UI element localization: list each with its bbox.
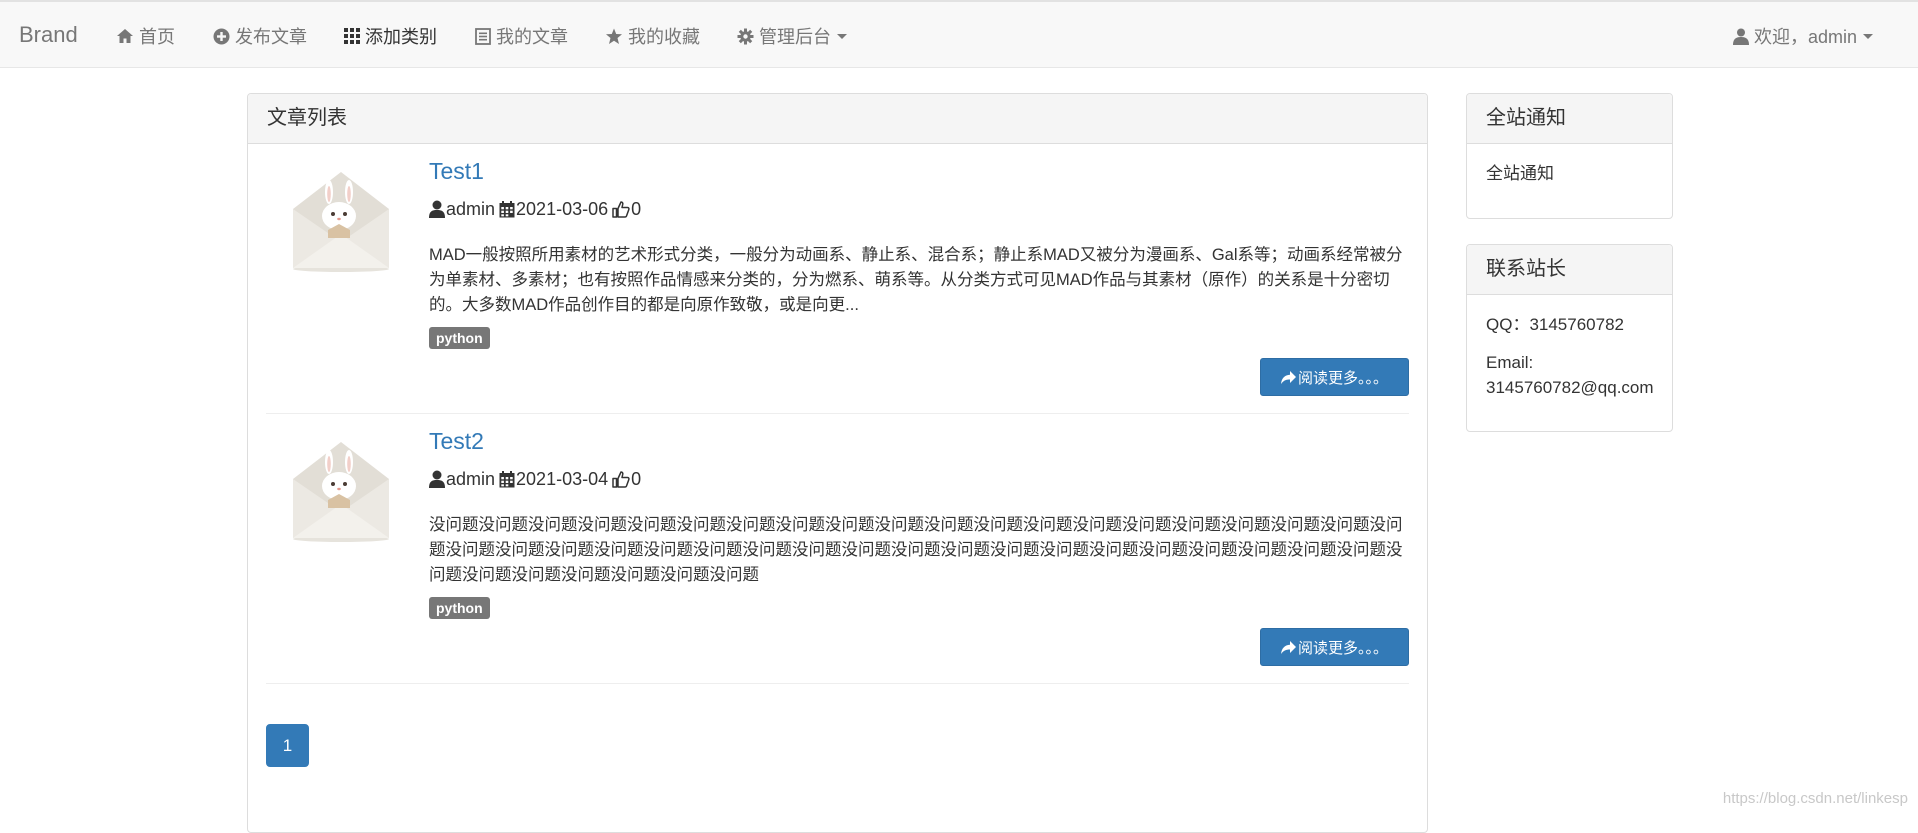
category-tag[interactable]: python	[429, 327, 490, 349]
calendar-icon	[499, 200, 515, 217]
article-like-count: 0	[631, 198, 642, 219]
nav-item-label: 首页	[139, 27, 175, 47]
read-more-label: 阅读更多。。。	[1297, 369, 1388, 387]
thumbs-up-icon	[612, 470, 630, 488]
nav-item-admin-dropdown[interactable]: 管理后台	[737, 24, 847, 48]
pagination-page-1[interactable]: 1	[266, 724, 309, 767]
nav-item-label: 添加类别	[365, 27, 437, 47]
navbar: Brand 首页 发布文章 添加类别 我的文章 我的收藏 管理后台 欢迎，adm…	[0, 0, 1918, 68]
article-title-link[interactable]: Test1	[429, 158, 484, 185]
share-arrow-icon	[1280, 640, 1296, 654]
home-icon	[117, 29, 133, 43]
read-more-button[interactable]: 阅读更多。。。	[1260, 358, 1409, 396]
contact-email-label: Email:	[1486, 353, 1534, 372]
site-notice-title: 全站通知	[1467, 94, 1672, 144]
user-icon	[1733, 28, 1749, 45]
user-menu-dropdown[interactable]: 欢迎，admin	[1733, 24, 1874, 48]
share-arrow-icon	[1280, 370, 1296, 384]
contact-qq: QQ：3145760782	[1486, 315, 1624, 334]
plus-circle-icon	[213, 28, 230, 44]
nav-item-publish-article[interactable]: 发布文章	[213, 24, 307, 48]
article-thumbnail[interactable]	[291, 434, 391, 546]
article-date: 2021-03-04	[516, 468, 609, 489]
user-icon	[429, 200, 445, 218]
article-summary: MAD一般按照所用素材的艺术形式分类，一般分为动画系、静止系、混合系；静止系MA…	[429, 246, 1403, 314]
panel-title: 文章列表	[248, 94, 1427, 144]
nav-item-label: 我的文章	[496, 27, 568, 47]
user-icon	[429, 470, 445, 488]
article-item: Test2 admin 2021-03-04 0 没问题没问题没问题没问题没问题…	[266, 414, 1409, 684]
article-item: Test1 admin 2021-03-06 0 MAD一般按照所用素材的艺术形…	[266, 144, 1409, 414]
caret-down-icon	[1863, 33, 1874, 39]
nav-item-label: 我的收藏	[628, 27, 700, 47]
article-thumbnail[interactable]	[291, 164, 391, 276]
read-more-label: 阅读更多。。。	[1297, 639, 1388, 657]
calendar-icon	[499, 470, 515, 487]
site-notice-text: 全站通知	[1486, 164, 1554, 183]
nav-item-my-favorites[interactable]: 我的收藏	[605, 24, 700, 48]
cog-icon	[737, 28, 754, 44]
thumbs-up-icon	[612, 200, 630, 218]
read-more-button[interactable]: 阅读更多。。。	[1260, 628, 1409, 666]
nav-item-my-articles[interactable]: 我的文章	[475, 24, 568, 48]
nav-item-home[interactable]: 首页	[116, 24, 175, 48]
article-like-count: 0	[631, 468, 642, 489]
article-summary: 没问题没问题没问题没问题没问题没问题没问题没问题没问题没问题没问题没问题没问题没…	[429, 516, 1403, 584]
nav-item-label: 管理后台	[759, 27, 831, 47]
contact-admin-panel: 联系站长 QQ：3145760782 Email: 3145760782@qq.…	[1466, 244, 1673, 432]
caret-down-icon	[837, 33, 847, 39]
article-date: 2021-03-06	[516, 198, 609, 219]
nav-item-label: 发布文章	[235, 27, 307, 47]
star-icon	[606, 28, 622, 44]
list-alt-icon	[475, 27, 491, 45]
article-author: admin	[446, 198, 496, 219]
grid-icon	[344, 28, 360, 44]
contact-email: 3145760782@qq.com	[1486, 378, 1654, 397]
article-title-link[interactable]: Test2	[429, 428, 484, 455]
contact-admin-title: 联系站长	[1467, 245, 1672, 295]
nav-item-add-category[interactable]: 添加类别	[344, 24, 437, 48]
article-list-panel: 文章列表 Test1 admin 2021-03-06 0 MAD一般按照所用素…	[247, 93, 1428, 833]
site-notice-panel: 全站通知 全站通知	[1466, 93, 1673, 219]
article-meta: admin 2021-03-06 0	[429, 197, 641, 221]
article-meta: admin 2021-03-04 0	[429, 467, 641, 491]
user-greeting: 欢迎，admin	[1754, 27, 1858, 47]
category-tag[interactable]: python	[429, 597, 490, 619]
watermark: https://blog.csdn.net/linkesp	[1722, 790, 1908, 807]
article-author: admin	[446, 468, 496, 489]
brand-link[interactable]: Brand	[19, 22, 78, 48]
